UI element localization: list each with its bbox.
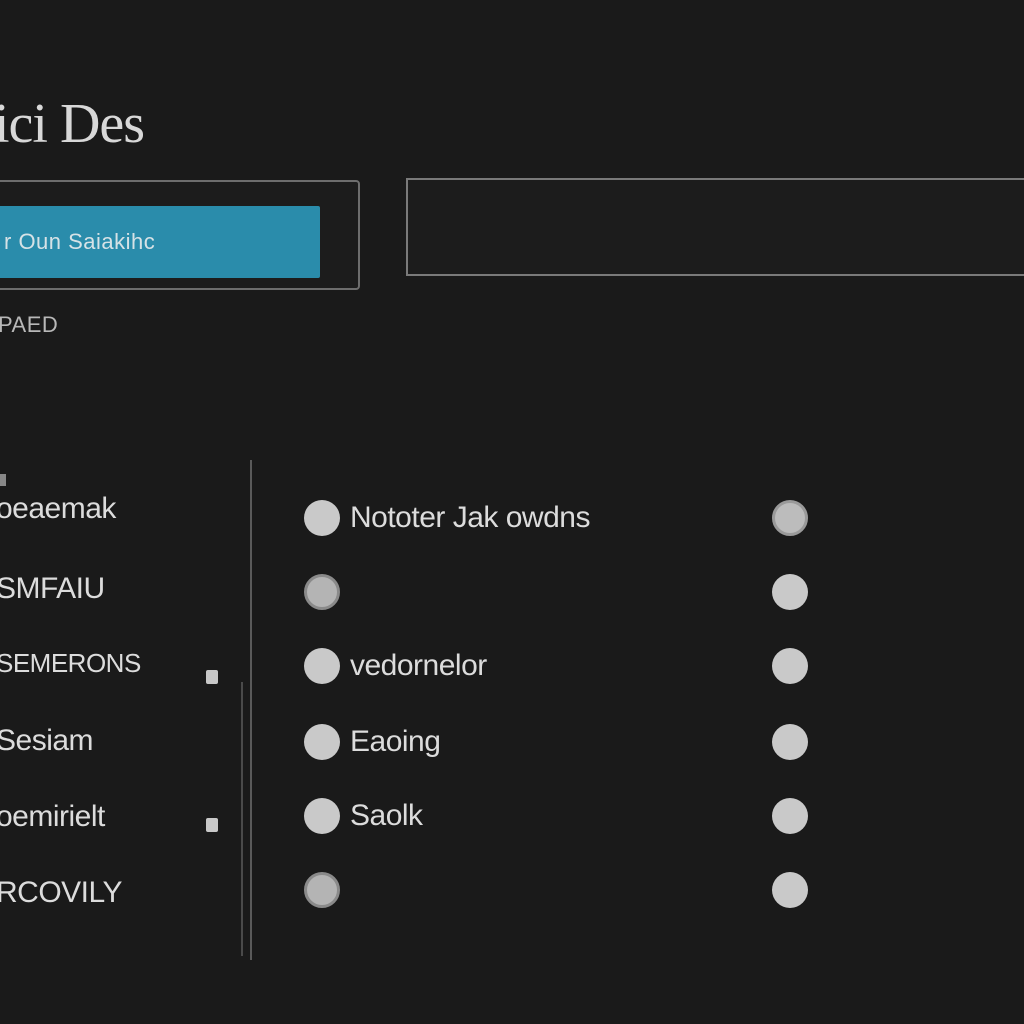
radio-button[interactable] xyxy=(304,648,340,684)
page-title: ici Des xyxy=(0,93,145,155)
option-label: Eaoing xyxy=(350,725,441,758)
radio-button[interactable] xyxy=(304,574,340,610)
sidebar-tick xyxy=(0,474,6,486)
radio-button[interactable] xyxy=(772,724,808,760)
sidebar-scrollbar[interactable] xyxy=(241,682,243,956)
radio-button[interactable] xyxy=(304,500,340,536)
search-selection[interactable]: r Oun Saiakihc xyxy=(0,206,320,278)
option-row[interactable]: Nototer Jak owdns xyxy=(304,500,824,540)
sidebar-item-1[interactable]: oeaemak xyxy=(0,492,116,526)
option-row[interactable] xyxy=(304,574,824,614)
option-row[interactable]: Eaoing xyxy=(304,724,824,764)
square-icon xyxy=(206,818,218,832)
radio-button[interactable] xyxy=(304,724,340,760)
sidebar-item-6[interactable]: RCOVILY xyxy=(0,876,122,910)
radio-button[interactable] xyxy=(304,798,340,834)
lock-icon xyxy=(206,670,218,684)
radio-button[interactable] xyxy=(772,648,808,684)
sidebar-divider xyxy=(250,460,252,960)
option-label: vedornelor xyxy=(350,649,487,682)
radio-button[interactable] xyxy=(304,872,340,908)
radio-button[interactable] xyxy=(772,500,808,536)
search-value: r Oun Saiakihc xyxy=(4,229,156,254)
section-label: PAED xyxy=(0,312,59,337)
sidebar-item-2[interactable]: SMFAIU xyxy=(0,572,105,606)
sidebar-item-5[interactable]: oemirielt xyxy=(0,800,105,834)
path-input[interactable] xyxy=(406,178,1024,276)
option-row[interactable]: vedornelor xyxy=(304,648,824,688)
search-box[interactable]: r Oun Saiakihc xyxy=(0,180,360,290)
radio-button[interactable] xyxy=(772,872,808,908)
option-label: Nototer Jak owdns xyxy=(350,501,590,534)
option-row[interactable]: Saolk xyxy=(304,798,824,838)
sidebar-item-4[interactable]: Sesiam xyxy=(0,724,94,758)
option-row[interactable] xyxy=(304,872,824,912)
option-label: Saolk xyxy=(350,799,423,832)
radio-button[interactable] xyxy=(772,798,808,834)
sidebar-item-3[interactable]: SEMERONS xyxy=(0,648,141,679)
radio-button[interactable] xyxy=(772,574,808,610)
